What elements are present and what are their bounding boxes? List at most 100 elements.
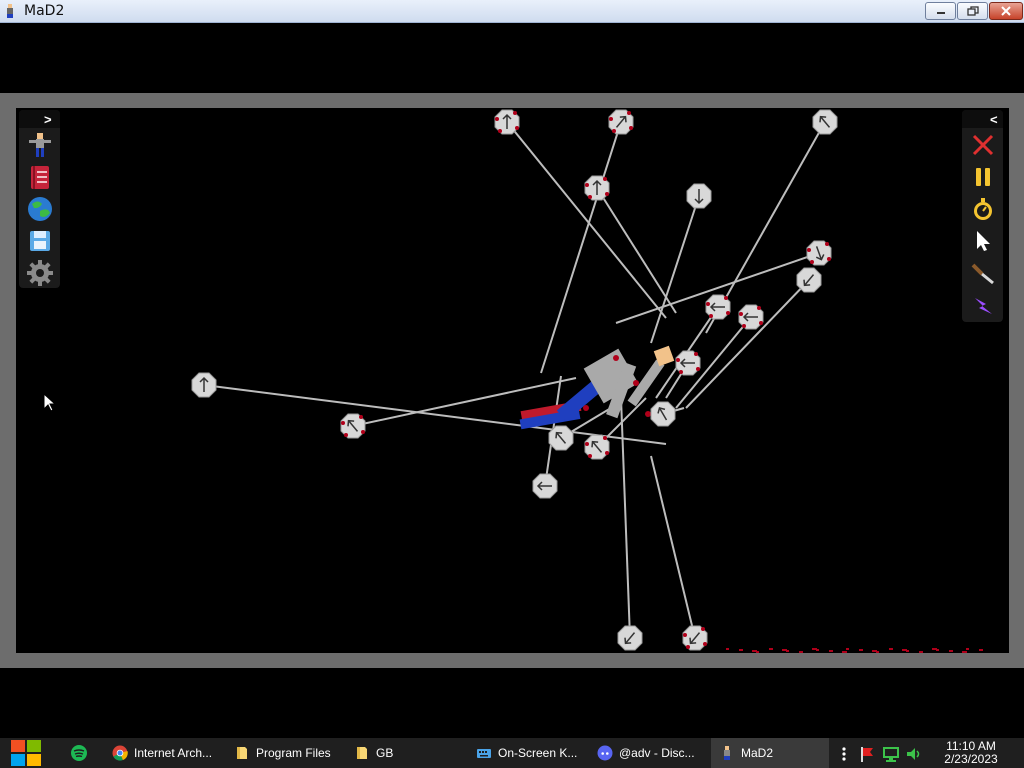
taskbar-item[interactable]: GB bbox=[346, 738, 464, 768]
taskbar-spotify[interactable] bbox=[68, 738, 92, 768]
taskbar-item[interactable]: Program Files bbox=[226, 738, 344, 768]
taskbar-item-label: MaD2 bbox=[741, 746, 774, 760]
rope-anchor[interactable] bbox=[191, 372, 217, 398]
overflow-menu-icon[interactable] bbox=[836, 746, 852, 762]
minimize-icon bbox=[936, 12, 945, 14]
character-icon bbox=[28, 133, 51, 157]
close-button[interactable] bbox=[989, 2, 1023, 20]
game-viewport[interactable] bbox=[16, 108, 1009, 653]
taskbar-item[interactable]: @adv - Disc... bbox=[589, 738, 707, 768]
blood-drop bbox=[816, 649, 819, 651]
blood-drop bbox=[949, 650, 953, 652]
left-toolbar-header[interactable]: > bbox=[19, 110, 60, 128]
clock-date: 2/23/2023 bbox=[944, 752, 998, 766]
save-tool-button[interactable] bbox=[25, 226, 55, 256]
taskbar-item[interactable]: On-Screen K... bbox=[468, 738, 586, 768]
world-tool-button[interactable] bbox=[25, 194, 55, 224]
collapse-chevron-icon[interactable]: < bbox=[990, 112, 998, 127]
rope-line bbox=[596, 187, 677, 314]
restore-button[interactable] bbox=[957, 2, 988, 20]
blood-drop bbox=[966, 648, 969, 650]
knife-button[interactable] bbox=[968, 258, 998, 288]
mad2-icon bbox=[724, 746, 730, 760]
book-icon bbox=[30, 166, 49, 189]
rope-anchor[interactable] bbox=[608, 109, 634, 135]
taskbar-item-label: Program Files bbox=[256, 746, 331, 760]
blood-drop bbox=[979, 649, 983, 651]
rope-anchor[interactable] bbox=[686, 183, 712, 209]
left-toolbar: > bbox=[19, 110, 60, 288]
blood-drop bbox=[936, 649, 939, 651]
timer-button[interactable] bbox=[968, 194, 998, 224]
rope-anchor[interactable] bbox=[494, 109, 520, 135]
knife-icon bbox=[971, 263, 994, 285]
blood-drop bbox=[876, 651, 879, 653]
blood-drop bbox=[842, 651, 847, 653]
pointer-button[interactable] bbox=[968, 226, 998, 256]
rope-anchor[interactable] bbox=[796, 267, 822, 293]
taskbar-item-label: GB bbox=[376, 746, 394, 760]
rope-anchor[interactable] bbox=[548, 425, 574, 451]
keyboard-icon bbox=[477, 749, 491, 758]
taskbar-item-label: @adv - Disc... bbox=[619, 746, 695, 760]
rope-anchor[interactable] bbox=[738, 304, 764, 330]
rope-anchor[interactable] bbox=[812, 109, 838, 135]
taskbar-item-label: Internet Arch... bbox=[134, 746, 213, 760]
start-button[interactable] bbox=[8, 738, 44, 768]
ropes bbox=[203, 121, 826, 639]
blood-drop bbox=[756, 651, 759, 653]
rope-anchor[interactable] bbox=[617, 625, 643, 651]
blood-drop bbox=[739, 649, 743, 651]
rope-line bbox=[506, 121, 667, 319]
minimize-button[interactable] bbox=[925, 2, 956, 20]
expand-chevron-icon[interactable]: > bbox=[44, 112, 52, 127]
gear-icon bbox=[26, 260, 53, 286]
close-icon bbox=[1001, 6, 1011, 16]
title-bar[interactable]: MaD2 bbox=[0, 0, 1024, 23]
lightning-icon bbox=[974, 298, 992, 314]
pointer-icon bbox=[976, 231, 990, 251]
x-icon bbox=[972, 134, 993, 156]
rope-anchor[interactable] bbox=[806, 240, 832, 266]
rope-anchor[interactable] bbox=[705, 294, 731, 320]
taskbar-item[interactable]: Internet Arch... bbox=[104, 738, 218, 768]
pause-button[interactable] bbox=[968, 162, 998, 192]
network-icon[interactable] bbox=[883, 746, 899, 762]
taskbar: Internet Arch... Program Files GB On-Scr… bbox=[0, 738, 1024, 768]
folder-icon bbox=[357, 747, 367, 759]
spotify-icon bbox=[71, 745, 87, 761]
lightning-button[interactable] bbox=[968, 290, 998, 320]
rope-anchor[interactable] bbox=[340, 413, 366, 439]
rope-anchors bbox=[191, 109, 838, 651]
book-tool-button[interactable] bbox=[25, 162, 55, 192]
app-icon bbox=[7, 4, 13, 18]
rope-anchor[interactable] bbox=[675, 350, 701, 376]
right-toolbar-header[interactable]: < bbox=[962, 110, 1003, 128]
floppy-disk-icon bbox=[29, 231, 50, 251]
rope-anchor[interactable] bbox=[682, 625, 708, 651]
blood-drop bbox=[799, 651, 803, 653]
rope-anchor[interactable] bbox=[584, 175, 610, 201]
blood-drop bbox=[829, 650, 833, 652]
settings-tool-button[interactable] bbox=[25, 258, 55, 288]
taskbar-item-label: On-Screen K... bbox=[498, 746, 578, 760]
ragdoll-scene[interactable] bbox=[16, 108, 1009, 653]
flag-icon[interactable] bbox=[859, 746, 875, 762]
taskbar-item-active[interactable]: MaD2 bbox=[711, 738, 829, 768]
rope-line bbox=[620, 397, 631, 639]
blood-splatter bbox=[726, 648, 983, 653]
rope-anchor[interactable] bbox=[532, 473, 558, 499]
rope-anchor[interactable] bbox=[650, 401, 676, 427]
volume-icon[interactable] bbox=[906, 746, 922, 762]
globe-icon bbox=[27, 197, 52, 221]
blood-drop bbox=[769, 648, 773, 650]
rope-line bbox=[650, 455, 696, 639]
clear-button[interactable] bbox=[968, 130, 998, 160]
character-tool-button[interactable] bbox=[25, 130, 55, 160]
window-title: MaD2 bbox=[24, 3, 65, 19]
blood-drop bbox=[919, 651, 923, 653]
chrome-icon bbox=[112, 745, 128, 761]
blood-drop bbox=[859, 649, 863, 651]
rope-anchor[interactable] bbox=[584, 434, 610, 460]
system-clock[interactable]: 11:10 AM 2/23/2023 bbox=[932, 740, 1010, 766]
